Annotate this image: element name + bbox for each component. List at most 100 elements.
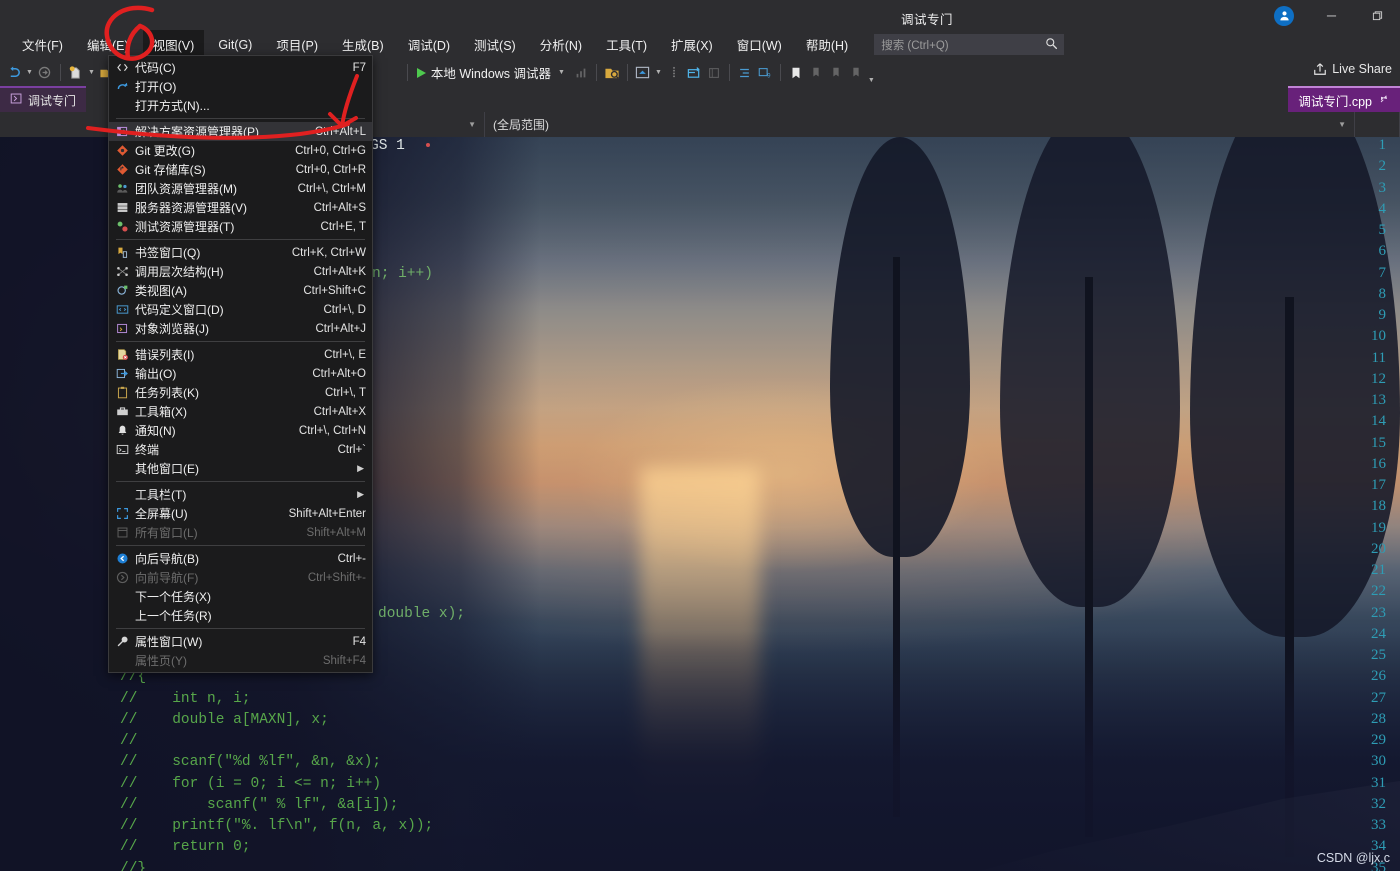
window-controls: [1274, 0, 1400, 31]
menu-item-1-1[interactable]: Git 更改(G) Ctrl+0, Ctrl+G: [109, 141, 372, 160]
menu-item-label: 任务列表(K): [135, 386, 199, 400]
server-explorer-icon: [109, 201, 135, 214]
all-windows-icon: [109, 526, 135, 539]
new-file-icon[interactable]: [66, 62, 86, 84]
menu-item-4-0[interactable]: 工具栏(T) ▶: [109, 485, 372, 504]
code-icon: [109, 61, 135, 74]
indent-icon[interactable]: [735, 62, 755, 84]
line-number: 5: [1378, 222, 1387, 238]
menu-item-2-2[interactable]: 类视图(A) Ctrl+Shift+C: [109, 281, 372, 300]
menu-item-5-3[interactable]: 上一个任务(R): [109, 606, 372, 625]
line-number: 18: [1371, 498, 1386, 515]
undo-dropdown-icon[interactable]: ▼: [24, 69, 35, 76]
menu-help[interactable]: 帮助(H): [796, 30, 858, 59]
debug-target-dropdown-icon[interactable]: ▼: [556, 69, 567, 76]
menu-item-1-3[interactable]: 团队资源管理器(M) Ctrl+\, Ctrl+M: [109, 179, 372, 198]
toolbar-separator-5: [626, 64, 628, 81]
menu-item-1-0[interactable]: 解决方案资源管理器(P) Ctrl+Alt+L: [109, 122, 372, 141]
line-number: 29: [1371, 732, 1386, 748]
restore-button[interactable]: [1354, 0, 1400, 31]
redo-icon[interactable]: [35, 62, 55, 84]
code-line: n; i++): [372, 265, 433, 282]
menu-analyze[interactable]: 分析(N): [530, 30, 592, 59]
menu-item-3-3[interactable]: 工具箱(X) Ctrl+Alt+X: [109, 402, 372, 421]
menu-item-label: 向后导航(B): [135, 552, 199, 566]
menu-item-shortcut: Shift+Alt+Enter: [288, 507, 366, 520]
minimize-button[interactable]: [1308, 0, 1354, 31]
menu-item-0-0[interactable]: 代码(C) F7: [109, 58, 372, 77]
comment-icon[interactable]: 9: [755, 62, 775, 84]
menu-item-3-6[interactable]: 其他窗口(E) ▶: [109, 459, 372, 478]
menu-item-2-4[interactable]: 对象浏览器(J) Ctrl+Alt+J: [109, 319, 372, 338]
line-number: 23: [1371, 604, 1386, 621]
line-number: 28: [1371, 710, 1386, 727]
properties-icon: [109, 635, 135, 648]
account-avatar[interactable]: [1274, 5, 1294, 26]
menu-item-3-1[interactable]: 输出(O) Ctrl+Alt+O: [109, 364, 372, 383]
menu-item-2-1[interactable]: 调用层次结构(H) Ctrl+Alt+K: [109, 262, 372, 281]
menu-tools[interactable]: 工具(T): [596, 30, 657, 59]
svg-text:9: 9: [768, 72, 772, 79]
menu-item-label: 所有窗口(L): [135, 526, 198, 540]
toolbox-icon[interactable]: [684, 62, 704, 84]
live-share-button[interactable]: Live Share: [1313, 62, 1392, 76]
line-number: 7: [1378, 264, 1387, 281]
menu-item-6-0[interactable]: 属性窗口(W) F4: [109, 632, 372, 651]
home-icon[interactable]: [633, 62, 653, 84]
menu-item-label: 测试资源管理器(T): [135, 220, 235, 234]
line-number: 25: [1371, 647, 1386, 663]
menu-git[interactable]: Git(G): [208, 33, 262, 57]
menu-item-2-3[interactable]: 代码定义窗口(D) Ctrl+\, D: [109, 300, 372, 319]
line-number: 27: [1371, 689, 1386, 706]
menu-item-label: 打开方式(N)...: [135, 99, 210, 113]
menu-item-0-1[interactable]: 打开(O): [109, 77, 372, 96]
menu-separator: [116, 239, 365, 240]
menu-item-3-2[interactable]: 任务列表(K) Ctrl+\, T: [109, 383, 372, 402]
code-definition-icon: [109, 303, 135, 316]
menu-item-3-4[interactable]: 通知(N) Ctrl+\, Ctrl+N: [109, 421, 372, 440]
menu-item-shortcut: Ctrl+K, Ctrl+W: [291, 246, 366, 259]
menu-item-shortcut: Shift+F4: [322, 654, 366, 667]
pin-icon[interactable]: [1378, 93, 1390, 108]
menu-item-1-5[interactable]: 测试资源管理器(T) Ctrl+E, T: [109, 217, 372, 236]
menu-window[interactable]: 窗口(W): [727, 30, 792, 59]
menu-test[interactable]: 测试(S): [464, 30, 526, 59]
start-debug-button[interactable]: 本地 Windows 调试器 ▼: [413, 63, 571, 82]
menu-item-5-0[interactable]: 向后导航(B) Ctrl+-: [109, 549, 372, 568]
menu-item-0-2[interactable]: 打开方式(N)...: [109, 96, 372, 115]
menu-item-1-2[interactable]: Git 存储库(S) Ctrl+0, Ctrl+R: [109, 160, 372, 179]
menu-item-3-0[interactable]: 错误列表(I) Ctrl+\, E: [109, 345, 372, 364]
view-menu-dropdown[interactable]: 代码(C) F7 打开(O) 打开方式(N)... 解决方案资源管理器(P) Ctrl+A…: [108, 55, 373, 673]
menu-item-2-0[interactable]: 书签窗口(Q) Ctrl+K, Ctrl+W: [109, 243, 372, 262]
tab-active-file[interactable]: 调试专门.cpp: [1288, 86, 1400, 112]
line-number: 20: [1371, 540, 1386, 557]
menu-item-4-1[interactable]: 全屏幕(U) Shift+Alt+Enter: [109, 504, 372, 523]
test-explorer-icon: [109, 220, 135, 233]
bookmark-icon[interactable]: [786, 62, 806, 84]
line-number: 22: [1371, 583, 1386, 600]
editor-gutter: [0, 137, 110, 871]
toolbar-separator-6: [728, 64, 730, 81]
menu-item-shortcut: Ctrl+\, Ctrl+M: [297, 182, 366, 195]
menu-file[interactable]: 文件(F): [12, 30, 73, 59]
menu-item-3-5[interactable]: 终端 Ctrl+`: [109, 440, 372, 459]
menu-item-5-2[interactable]: 下一个任务(X): [109, 587, 372, 606]
line-number: 12: [1371, 370, 1386, 387]
line-number: 17: [1371, 477, 1386, 493]
new-file-dropdown-icon[interactable]: ▼: [86, 69, 97, 76]
undo-icon[interactable]: [4, 62, 24, 84]
menu-item-1-4[interactable]: 服务器资源管理器(V) Ctrl+Alt+S: [109, 198, 372, 217]
menu-debug[interactable]: 调试(D): [398, 30, 460, 59]
vertical-dots-icon: [664, 62, 684, 84]
tab-solution-explorer[interactable]: 调试专门: [0, 86, 87, 112]
menu-item-label: 服务器资源管理器(V): [135, 201, 247, 215]
solution-explorer-icon[interactable]: [602, 62, 622, 84]
task-list-icon: [109, 386, 135, 399]
search-input[interactable]: 搜索 (Ctrl+Q): [874, 34, 1065, 55]
menu-extensions[interactable]: 扩展(X): [661, 30, 723, 59]
home-dropdown-icon[interactable]: ▼: [653, 69, 664, 76]
toolbar-separator: [59, 64, 61, 81]
member-combo[interactable]: [1355, 112, 1400, 137]
scope-combo[interactable]: (全局范围) ▼: [485, 112, 1355, 137]
toolbar-overflow-icon[interactable]: ▼: [866, 77, 877, 86]
